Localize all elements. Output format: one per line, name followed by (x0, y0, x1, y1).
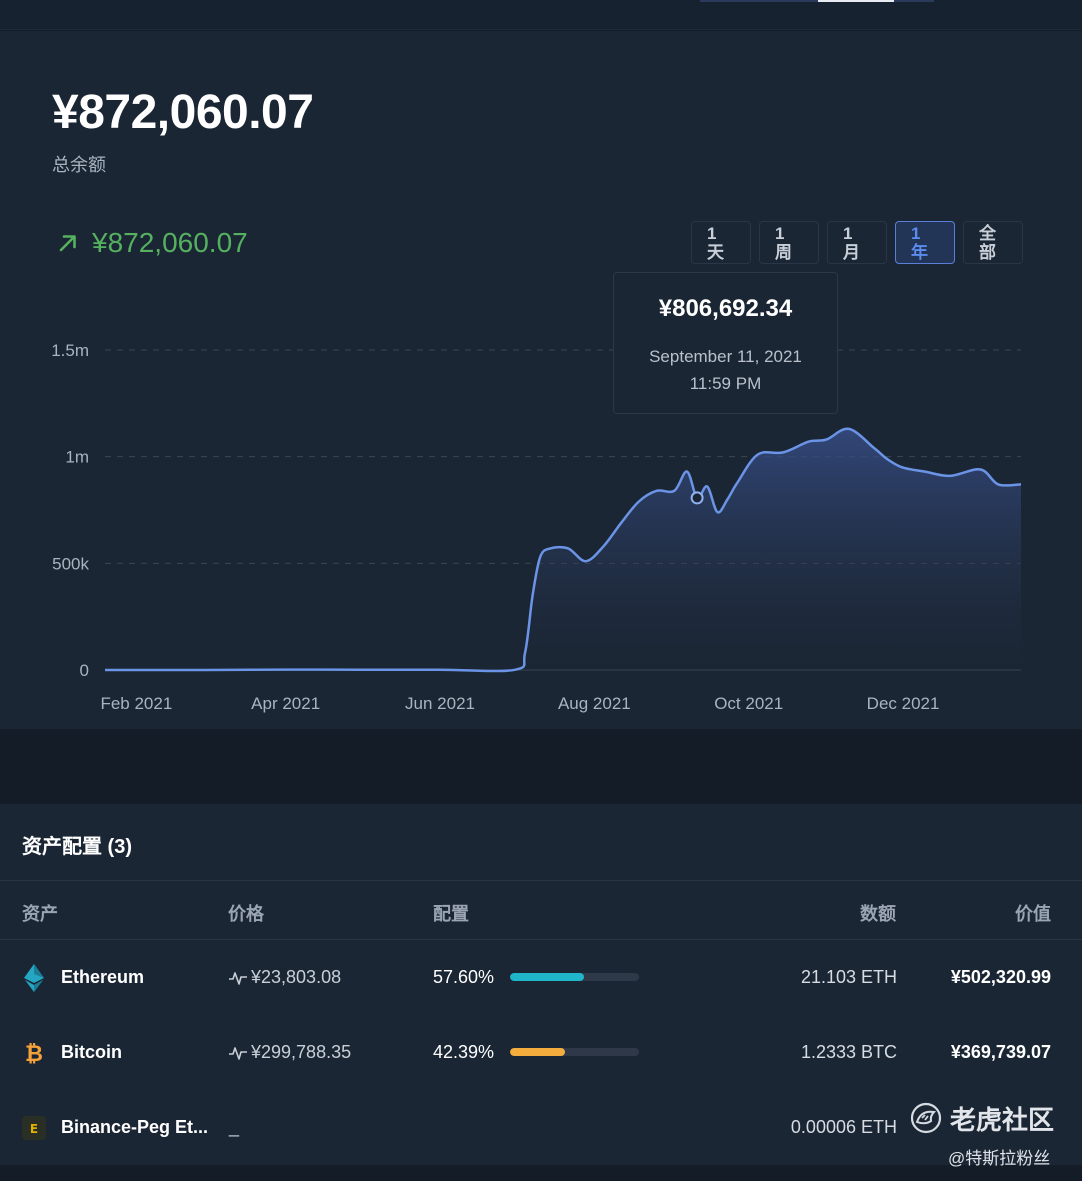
activity-icon (229, 1046, 247, 1060)
asset-price-value: ¥299,788.35 (251, 1042, 352, 1062)
watermark-subtitle: @特斯拉粉丝 (948, 1149, 1051, 1168)
table-row[interactable]: ₿ Bitcoin ¥299,788.35 42.39% 1.2333 BTC … (0, 1015, 1082, 1090)
activity-icon (229, 971, 247, 985)
balance-change: ¥872,060.07 (58, 227, 248, 259)
y-tick-label: 1.5m (51, 341, 89, 360)
range-label-bottom: 周 (775, 242, 792, 262)
svg-text:₿: ₿ (25, 1042, 43, 1066)
asset-value: ¥502,320.99 (950, 967, 1051, 987)
y-tick-label: 0 (80, 661, 89, 680)
allocation-bar (510, 1048, 639, 1056)
asset-amount: 21.103 ETH (800, 967, 897, 987)
asset-price: _ (229, 1117, 240, 1137)
total-balance-label: 总余额 (52, 155, 106, 175)
top-tab-active-indicator (818, 0, 894, 2)
allocation-bar (510, 973, 639, 981)
column-header-allocation[interactable]: 配置 (433, 900, 469, 926)
balance-area (105, 428, 1021, 672)
watermark-title: 老虎社区 (950, 1105, 1055, 1135)
range-1-year-button[interactable]: 1年 (895, 221, 955, 264)
asset-price: ¥299,788.35 (228, 1015, 351, 1090)
x-tick-label: Feb 2021 (100, 694, 172, 713)
table-row[interactable]: Ethereum ¥23,803.08 57.60% 21.103 ETH ¥5… (0, 940, 1082, 1015)
column-header-asset[interactable]: 资产 (22, 900, 58, 926)
divider (0, 880, 1082, 881)
asset-amount: 1.2333 BTC (800, 1042, 897, 1062)
x-tick-label: Oct 2021 (714, 694, 783, 713)
asset-allocation-percent: 57.60% (433, 967, 495, 987)
range-label-top: 全 (979, 223, 996, 243)
tooltip-date: September 11, 2021 (649, 347, 802, 366)
bitcoin-icon: ₿ (22, 1015, 46, 1090)
balance-panel: ¥872,060.07 总余额 ¥872,060.07 1天 1周 1月 1年 … (0, 31, 1082, 729)
range-label-top: 1 (911, 223, 921, 243)
range-1-month-button[interactable]: 1月 (827, 221, 887, 264)
asset-name: Ethereum (61, 967, 145, 987)
section-gap (0, 729, 1082, 804)
range-label-top: 1 (707, 223, 717, 243)
asset-value: ¥369,739.07 (950, 1042, 1051, 1062)
asset-allocation-title: 资产配置 (3) (22, 836, 132, 858)
range-label-top: 1 (843, 223, 853, 243)
allocation-bar-fill (510, 1048, 565, 1056)
time-range-selector: 1天 1周 1月 1年 全部 (691, 221, 1023, 264)
y-tick-label: 1m (65, 448, 89, 467)
svg-text:E: E (30, 1122, 38, 1136)
range-label-bottom: 部 (979, 242, 996, 262)
asset-amount: 0.00006 ETH (790, 1117, 897, 1137)
ethereum-icon (22, 940, 46, 1015)
watermark: 老虎社区 @特斯拉粉丝 (906, 1098, 1076, 1168)
chart-tooltip: ¥806,692.34 September 11, 2021 11:59 PM (613, 272, 838, 414)
x-tick-label: Dec 2021 (867, 694, 940, 713)
column-header-price[interactable]: 价格 (228, 900, 264, 926)
tiger-logo-icon (910, 1102, 942, 1134)
asset-allocation-percent: 42.39% (433, 1042, 495, 1062)
x-tick-label: Jun 2021 (405, 694, 475, 713)
total-balance: ¥872,060.07 (52, 86, 314, 139)
range-label-bottom: 月 (843, 242, 860, 262)
x-tick-label: Aug 2021 (558, 694, 631, 713)
tooltip-time: 11:59 PM (689, 374, 762, 393)
column-header-amount[interactable]: 数额 (860, 900, 896, 926)
allocation-bar-fill (510, 973, 585, 981)
range-all-button[interactable]: 全部 (963, 221, 1023, 264)
hover-point (690, 491, 704, 505)
asset-price: ¥23,803.08 (228, 940, 341, 1015)
balance-history-chart[interactable]: 0 500k 1m 1.5m Feb 2021 Apr 2021 Jun 2021 Aug … (0, 261, 1082, 721)
column-header-value[interactable]: 价值 (1015, 900, 1051, 926)
range-1-day-button[interactable]: 1天 (691, 221, 751, 264)
x-tick-label: Apr 2021 (251, 694, 320, 713)
tooltip-value: ¥806,692.34 (658, 295, 793, 322)
asset-name: Binance-Peg Et... (61, 1117, 209, 1137)
range-label-bottom: 年 (911, 242, 928, 262)
top-bar (0, 0, 1082, 30)
range-label-top: 1 (775, 223, 785, 243)
arrow-up-right-icon (59, 235, 76, 252)
range-label-bottom: 天 (707, 242, 724, 262)
asset-name: Bitcoin (61, 1042, 122, 1062)
top-tab-indicator (700, 0, 934, 2)
range-1-week-button[interactable]: 1周 (759, 221, 819, 264)
balance-change-amount: ¥872,060.07 (92, 227, 248, 258)
y-tick-label: 500k (52, 554, 89, 573)
asset-price-value: ¥23,803.08 (251, 967, 342, 987)
binance-peg-icon: E (22, 1090, 46, 1165)
